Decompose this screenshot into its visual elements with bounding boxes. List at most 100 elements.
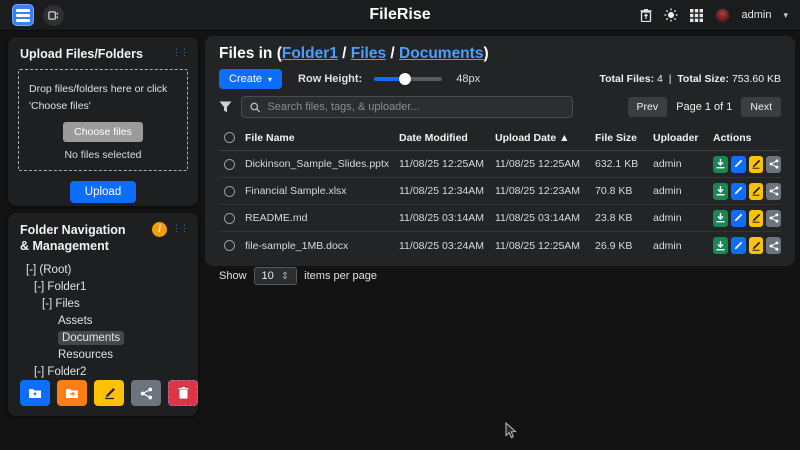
theme-toggle-button[interactable] <box>664 8 678 22</box>
file-name[interactable]: file-sample_1MB.docx <box>245 240 399 252</box>
drag-handle-icon[interactable]: ⋮⋮ <box>172 222 188 233</box>
apps-grid-button[interactable] <box>690 9 703 22</box>
row-height-slider[interactable] <box>374 77 442 81</box>
prev-page-button[interactable]: Prev <box>628 97 668 117</box>
folder-card-title: Folder Navigation & Management <box>20 222 138 255</box>
col-file-size[interactable]: File Size <box>595 132 653 144</box>
dropzone-text: Drop files/folders here or click 'Choose… <box>25 81 181 114</box>
rename-tag-button[interactable] <box>749 237 764 254</box>
row-checkbox[interactable] <box>224 186 235 197</box>
breadcrumb-documents[interactable]: Documents <box>399 45 483 62</box>
pencil-icon <box>751 186 761 196</box>
next-page-button[interactable]: Next <box>741 97 781 117</box>
download-button[interactable] <box>713 210 728 227</box>
col-date-modified[interactable]: Date Modified <box>399 132 495 144</box>
uploader: admin <box>653 212 713 224</box>
upload-date: 11/08/25 03:14AM <box>495 212 595 224</box>
items-per-page-select[interactable]: 10 ⇕ <box>254 267 298 285</box>
file-size: 23.8 KB <box>595 212 653 224</box>
row-checkbox[interactable] <box>224 213 235 224</box>
tree-item-resources[interactable]: Resources <box>16 347 190 364</box>
row-height-label: Row Height: <box>298 73 362 85</box>
rename-tag-button[interactable] <box>749 210 764 227</box>
table-header-row: File Name Date Modified Upload Date ▲ Fi… <box>219 125 781 151</box>
file-dropzone[interactable]: Drop files/folders here or click 'Choose… <box>18 69 188 171</box>
download-icon <box>716 241 725 251</box>
breadcrumb-files[interactable]: Files <box>351 45 386 62</box>
tree-item-assets[interactable]: Assets <box>16 313 190 330</box>
slider-thumb[interactable] <box>399 73 411 85</box>
trash-icon <box>640 9 652 22</box>
pencil-icon <box>733 186 743 196</box>
tree-item-files[interactable]: [-] Files <box>16 296 190 313</box>
user-avatar[interactable] <box>715 8 730 23</box>
col-uploader[interactable]: Uploader <box>653 132 713 144</box>
page-title: Files in (Folder1 / Files / Documents) <box>205 36 795 65</box>
download-button[interactable] <box>713 237 728 254</box>
user-menu-caret-icon[interactable]: ▾ <box>783 10 788 21</box>
download-button[interactable] <box>713 183 728 200</box>
upload-card-title: Upload Files/Folders <box>20 46 143 62</box>
rename-tag-button[interactable] <box>749 183 764 200</box>
create-button[interactable]: Create ▾ <box>219 69 282 89</box>
share-button[interactable] <box>766 237 781 254</box>
col-file-name[interactable]: File Name <box>245 132 399 144</box>
share-button[interactable] <box>766 156 781 173</box>
tree-item-folder2[interactable]: [-] Folder2 <box>16 364 190 381</box>
pencil-icon <box>751 159 761 169</box>
app-logo-menu-icon[interactable] <box>12 4 34 26</box>
row-actions <box>713 210 781 227</box>
col-upload-date-sorted[interactable]: Upload Date ▲ <box>495 132 595 144</box>
mouse-cursor <box>505 422 517 444</box>
download-button[interactable] <box>713 156 728 173</box>
select-all-checkbox[interactable] <box>224 132 235 143</box>
pencil-icon <box>733 213 743 223</box>
rename-tag-button[interactable] <box>749 156 764 173</box>
move-folder-button[interactable] <box>57 380 87 406</box>
search-icon <box>250 102 260 113</box>
edit-button[interactable] <box>731 156 746 173</box>
trash-icon <box>178 387 189 399</box>
folder-plus-icon <box>28 387 42 399</box>
delete-folder-button[interactable] <box>168 380 198 406</box>
pencil-icon <box>103 387 116 400</box>
tree-item-documents-selected[interactable]: Documents <box>16 330 190 347</box>
user-name[interactable]: admin <box>742 9 772 21</box>
info-icon[interactable]: i <box>152 222 167 237</box>
share-button[interactable] <box>766 183 781 200</box>
table-row[interactable]: Financial Sample.xlsx 11/08/25 12:34AM 1… <box>219 178 781 205</box>
view-toggle-button[interactable] <box>43 5 64 26</box>
table-row[interactable]: README.md 11/08/25 03:14AM 11/08/25 03:1… <box>219 205 781 232</box>
edit-button[interactable] <box>731 183 746 200</box>
folder-move-icon <box>65 387 79 399</box>
file-name[interactable]: README.md <box>245 212 399 224</box>
tree-item-folder1[interactable]: [-] Folder1 <box>16 279 190 296</box>
share-folder-button[interactable] <box>131 380 161 406</box>
file-name[interactable]: Financial Sample.xlsx <box>245 185 399 197</box>
rename-folder-button[interactable] <box>94 380 124 406</box>
file-list-panel: Files in (Folder1 / Files / Documents) C… <box>205 36 795 266</box>
row-checkbox[interactable] <box>224 240 235 251</box>
breadcrumb-folder1[interactable]: Folder1 <box>282 45 338 62</box>
table-row[interactable]: file-sample_1MB.docx 11/08/25 03:24AM 11… <box>219 232 781 259</box>
pencil-icon <box>751 241 761 251</box>
trash-button[interactable] <box>640 9 652 22</box>
create-folder-button[interactable] <box>20 380 50 406</box>
edit-button[interactable] <box>731 237 746 254</box>
table-footer: Show 10 ⇕ items per page <box>205 259 795 285</box>
table-row[interactable]: Dickinson_Sample_Slides.pptx 11/08/25 12… <box>219 151 781 178</box>
edit-button[interactable] <box>731 210 746 227</box>
upload-button[interactable]: Upload <box>70 181 136 203</box>
filter-icon[interactable] <box>219 101 232 113</box>
choose-files-button[interactable]: Choose files <box>63 122 143 142</box>
file-name[interactable]: Dickinson_Sample_Slides.pptx <box>245 158 399 170</box>
share-icon <box>769 213 779 223</box>
tree-item-root[interactable]: [-] (Root) <box>16 262 190 279</box>
share-button[interactable] <box>766 210 781 227</box>
search-input[interactable] <box>267 101 564 113</box>
drag-handle-icon[interactable]: ⋮⋮ <box>172 46 188 57</box>
top-header: FileRise <box>0 0 800 31</box>
share-icon <box>769 186 779 196</box>
items-per-page-label: items per page <box>304 270 377 282</box>
row-checkbox[interactable] <box>224 159 235 170</box>
